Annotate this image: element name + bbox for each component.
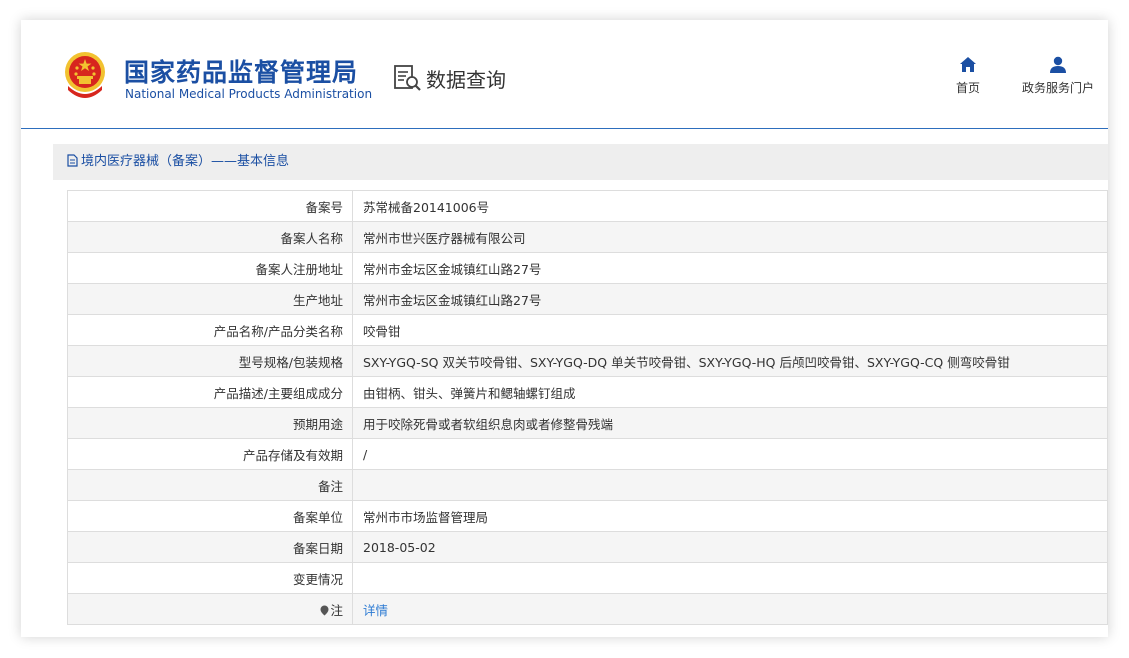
nav-service-portal[interactable]: 政务服务门户 bbox=[1017, 56, 1099, 96]
note-label: 注 bbox=[67, 593, 353, 625]
field-value: 2018-05-02 bbox=[352, 531, 1108, 563]
page-card: 国家药品监督管理局 National Medical Products Admi… bbox=[21, 20, 1108, 637]
table-row: 生产地址 常州市金坛区金城镇红山路27号 bbox=[67, 283, 1108, 315]
detail-link[interactable]: 详情 bbox=[363, 603, 388, 618]
field-label: 生产地址 bbox=[67, 283, 353, 315]
field-label: 型号规格/包装规格 bbox=[67, 345, 353, 377]
document-search-icon bbox=[394, 65, 421, 91]
field-value: 咬骨钳 bbox=[352, 314, 1108, 346]
field-label: 备案单位 bbox=[67, 500, 353, 532]
field-value: 苏常械备20141006号 bbox=[352, 190, 1108, 222]
user-icon bbox=[1050, 56, 1066, 73]
table-row: 产品名称/产品分类名称 咬骨钳 bbox=[67, 314, 1108, 346]
field-label: 备案人名称 bbox=[67, 221, 353, 253]
field-label: 预期用途 bbox=[67, 407, 353, 439]
home-icon bbox=[960, 57, 976, 72]
site-header: 国家药品监督管理局 National Medical Products Admi… bbox=[21, 20, 1108, 129]
pin-icon bbox=[320, 605, 329, 615]
agency-name-en: National Medical Products Administration bbox=[125, 87, 373, 101]
field-label: 产品存储及有效期 bbox=[67, 438, 353, 470]
field-label: 产品名称/产品分类名称 bbox=[67, 314, 353, 346]
panel-title: 境内医疗器械（备案）——基本信息 bbox=[67, 144, 289, 180]
field-label: 备案人注册地址 bbox=[67, 252, 353, 284]
field-value bbox=[352, 562, 1108, 594]
field-label: 备注 bbox=[67, 469, 353, 501]
record-table: 备案号 苏常械备20141006号 备案人名称 常州市世兴医疗器械有限公司 备案人注… bbox=[67, 190, 1108, 625]
panel-title-text: 境内医疗器械（备案）——基本信息 bbox=[81, 154, 290, 169]
table-row: 变更情况 bbox=[67, 562, 1108, 594]
record-panel: 境内医疗器械（备案）——基本信息 备案号 苏常械备20141006号 备案人名称常… bbox=[53, 144, 1108, 637]
table-row: 备案日期 2018-05-02 bbox=[67, 531, 1108, 563]
field-label: 产品描述/主要组成成分 bbox=[67, 376, 353, 408]
field-value: / bbox=[352, 438, 1108, 470]
table-row: 注 详情 bbox=[67, 593, 1108, 625]
data-query-title: 数据查询 bbox=[393, 63, 506, 93]
field-value bbox=[352, 469, 1108, 501]
field-label: 备案号 bbox=[67, 190, 353, 222]
national-emblem-icon bbox=[65, 52, 105, 98]
nav-service-portal-label: 政务服务门户 bbox=[1021, 81, 1094, 95]
table-row: 产品描述/主要组成成分 由钳柄、钳头、弹簧片和鳃轴螺钉组成 bbox=[67, 376, 1108, 408]
table-row: 型号规格/包装规格 SXY-YGQ-SQ 双关节咬骨钳、SXY-YGQ-DQ 单关… bbox=[67, 345, 1108, 377]
field-value: 常州市市场监督管理局 bbox=[352, 500, 1108, 532]
field-value: 用于咬除死骨或者软组织息肉或者修整骨残端 bbox=[352, 407, 1108, 439]
data-query-label: 数据查询 bbox=[426, 67, 506, 92]
field-value: 常州市金坛区金城镇红山路27号 bbox=[352, 252, 1108, 284]
field-label: 备案日期 bbox=[67, 531, 353, 563]
document-icon bbox=[67, 154, 78, 167]
nav-home[interactable]: 首页 bbox=[951, 56, 985, 96]
panel-body: 备案号 苏常械备20141006号 备案人名称 常州市世兴医疗器械有限公司 备案人注… bbox=[53, 180, 1108, 637]
note-value: 详情 bbox=[352, 593, 1108, 625]
field-label: 变更情况 bbox=[67, 562, 353, 594]
table-row: 备案人名称 常州市世兴医疗器械有限公司 bbox=[67, 221, 1108, 253]
agency-name-cn: 国家药品监督管理局 bbox=[124, 58, 359, 87]
field-value: 常州市金坛区金城镇红山路27号 bbox=[352, 283, 1108, 315]
note-label-text: 注 bbox=[330, 602, 343, 618]
field-value: 常州市世兴医疗器械有限公司 bbox=[352, 221, 1108, 253]
table-row: 备案单位 常州市市场监督管理局 bbox=[67, 500, 1108, 532]
table-row: 备案号 苏常械备20141006号 bbox=[67, 190, 1108, 222]
table-row: 预期用途 用于咬除死骨或者软组织息肉或者修整骨残端 bbox=[67, 407, 1108, 439]
table-row: 备注 bbox=[67, 469, 1108, 501]
table-row: 产品存储及有效期 / bbox=[67, 438, 1108, 470]
field-value: 由钳柄、钳头、弹簧片和鳃轴螺钉组成 bbox=[352, 376, 1108, 408]
field-value: SXY-YGQ-SQ 双关节咬骨钳、SXY-YGQ-DQ 单关节咬骨钳、SXY-… bbox=[352, 345, 1108, 377]
nav-home-label: 首页 bbox=[955, 81, 980, 95]
table-row: 备案人注册地址 常州市金坛区金城镇红山路27号 bbox=[67, 252, 1108, 284]
